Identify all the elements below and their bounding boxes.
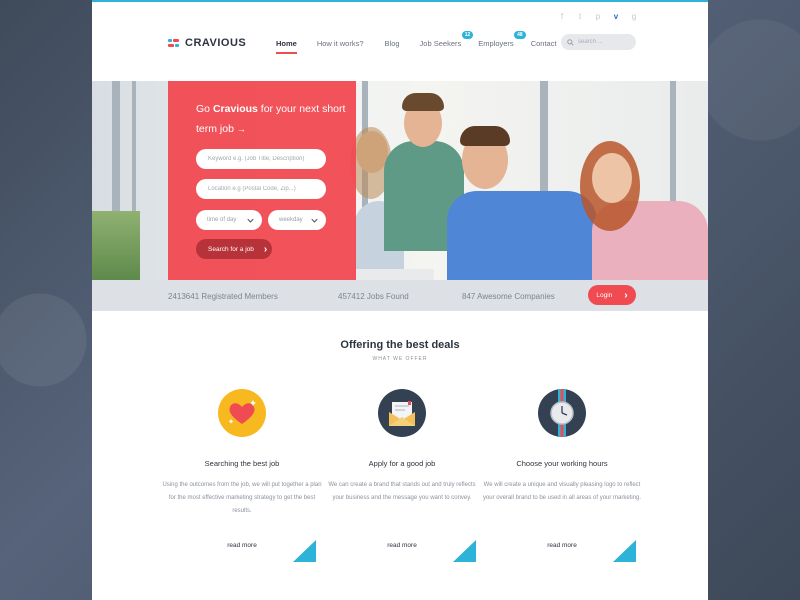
filter-selects: time of day weekday bbox=[196, 210, 328, 230]
vimeo-icon[interactable]: v bbox=[612, 12, 620, 21]
search-input[interactable] bbox=[578, 39, 630, 45]
nav-item-how-it-works[interactable]: How it works? bbox=[317, 39, 364, 48]
nav-item-label: Job Seekers bbox=[419, 39, 462, 48]
location-field bbox=[196, 179, 326, 199]
pinterest-icon[interactable]: p bbox=[594, 12, 602, 21]
header-search bbox=[561, 34, 636, 50]
stats-bar: 2413641 Registrated Members 457412 Jobs … bbox=[92, 280, 708, 311]
brand-name: CRAVIOUS bbox=[185, 37, 247, 49]
nav-item-employers[interactable]: Employers 48 bbox=[478, 31, 526, 48]
corner-accent bbox=[453, 540, 476, 562]
section-title: Offering the best deals bbox=[340, 339, 460, 351]
envelope-icon bbox=[378, 389, 426, 437]
social-links: f t p v g bbox=[558, 12, 638, 21]
chevron-down-icon bbox=[311, 218, 318, 223]
offer-card: Searching the best job Using the outcome… bbox=[162, 389, 322, 549]
search-job-button[interactable]: Search for a job › bbox=[196, 239, 272, 259]
section-subtitle: WHAT WE OFFER bbox=[372, 356, 428, 362]
heart-icon bbox=[218, 389, 266, 437]
watch-icon bbox=[538, 389, 586, 437]
card-title: Apply for a good job bbox=[368, 459, 436, 468]
landing-page: f t p v g CRAVIOUS Home How it works? Bl… bbox=[92, 0, 708, 600]
notification-badge: 12 bbox=[461, 31, 474, 39]
logo-mark-icon bbox=[168, 39, 179, 47]
hero-brand: Cravious bbox=[212, 103, 258, 115]
card-text: We will create a unique and visually ple… bbox=[482, 482, 642, 501]
chevron-right-icon: › bbox=[263, 243, 268, 255]
hero-banner: Go Cravious for your next short term job… bbox=[92, 81, 708, 280]
companies-count: 847 Awesome Companies bbox=[462, 292, 555, 301]
chevron-down-icon bbox=[247, 218, 254, 223]
card-text: Using the outcomes from the job, we will… bbox=[162, 482, 322, 514]
nav-item-blog[interactable]: Blog bbox=[385, 39, 400, 48]
jobs-count: 457412 Jobs Found bbox=[338, 292, 409, 301]
brand-logo[interactable]: CRAVIOUS bbox=[168, 37, 246, 49]
card-text: We can create a brand that stands out an… bbox=[328, 482, 476, 501]
time-of-day-select[interactable]: time of day bbox=[196, 210, 262, 230]
notification-badge: 48 bbox=[514, 31, 526, 39]
arrow-right-icon: → bbox=[236, 124, 246, 134]
nav-item-label: Employers bbox=[478, 39, 514, 48]
nav-item-contact[interactable]: Contact bbox=[531, 39, 557, 48]
weekday-select[interactable]: weekday bbox=[268, 210, 326, 230]
members-count: 2413641 Registrated Members bbox=[168, 292, 278, 301]
corner-accent bbox=[613, 540, 636, 562]
offer-card: Apply for a good job We can create a bra… bbox=[322, 389, 482, 549]
laptop bbox=[354, 269, 434, 280]
main-nav: Home How it works? Blog Job Seekers 12 E… bbox=[276, 31, 557, 54]
twitter-icon[interactable]: t bbox=[576, 12, 584, 21]
offer-card: Choose your working hours We will create… bbox=[482, 389, 642, 549]
facebook-icon[interactable]: f bbox=[558, 12, 566, 21]
hero-title: Go Cravious for your next short term job… bbox=[196, 103, 346, 135]
nav-item-home[interactable]: Home bbox=[276, 39, 297, 54]
google-plus-icon[interactable]: g bbox=[630, 12, 638, 21]
card-title: Searching the best job bbox=[204, 459, 280, 468]
keyword-field bbox=[196, 149, 326, 169]
chevron-right-icon: › bbox=[624, 289, 628, 301]
corner-accent bbox=[293, 540, 316, 562]
keyword-input[interactable] bbox=[208, 156, 320, 162]
location-input[interactable] bbox=[208, 186, 320, 192]
search-icon bbox=[567, 38, 574, 46]
job-search-panel: Go Cravious for your next short term job… bbox=[168, 81, 356, 280]
nav-item-job-seekers[interactable]: Job Seekers 12 bbox=[419, 31, 474, 48]
login-button[interactable]: Login › bbox=[588, 285, 636, 305]
card-title: Choose your working hours bbox=[516, 459, 608, 468]
